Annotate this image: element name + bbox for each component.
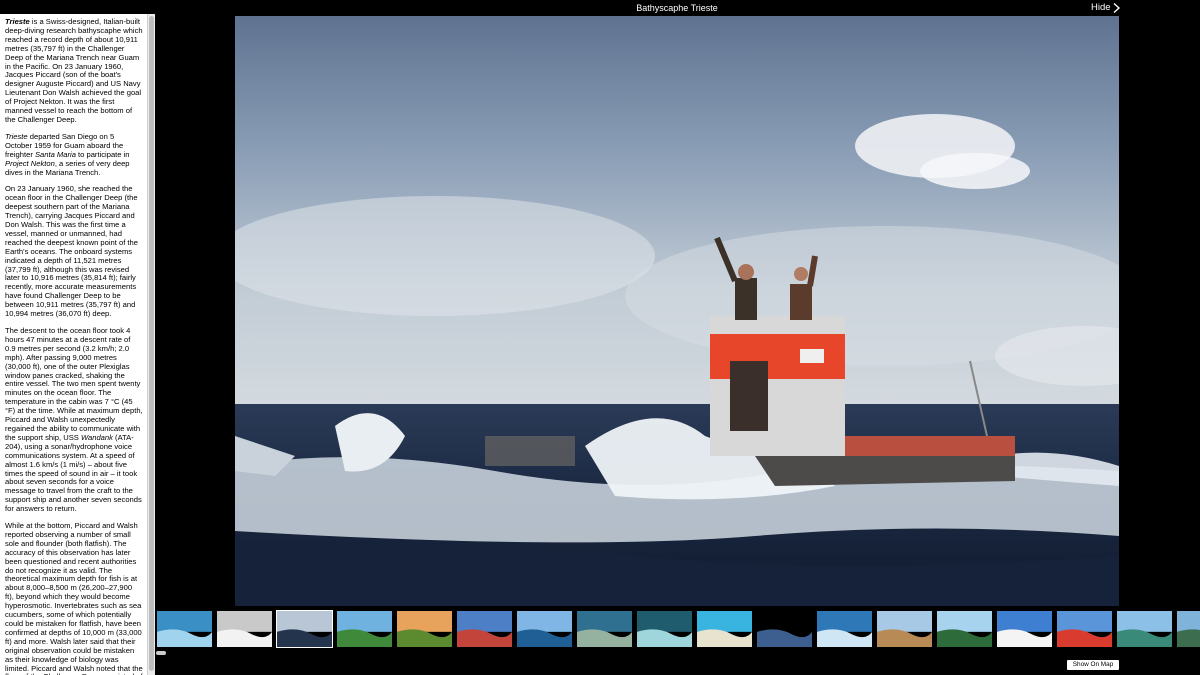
thumbnail-image: [337, 611, 392, 647]
thumbnail-image: [157, 611, 212, 647]
thumbnail-beach-cliff[interactable]: [336, 610, 393, 648]
thumbnail-image: [517, 611, 572, 647]
thumbnail-airplane-2[interactable]: [1056, 610, 1113, 648]
thumbnail-wave-curl[interactable]: [636, 610, 693, 648]
thumbnail-image: [697, 611, 752, 647]
article-p2-c: Santa Maria: [34, 149, 76, 159]
thumbnail-image: [877, 611, 932, 647]
thumbnail-image: [1177, 611, 1200, 647]
thumbnail-image: [937, 611, 992, 647]
sidebar-scrollbar[interactable]: [147, 14, 155, 675]
thumbnail-hills-sunset[interactable]: [396, 610, 453, 648]
thumbnail-underwater-blue[interactable]: [156, 610, 213, 648]
thumbnail-coast-aerial[interactable]: [576, 610, 633, 648]
thumbnail-rocky-bay[interactable]: [876, 610, 933, 648]
article-p4-a: The descent to the ocean floor took 4 ho…: [5, 326, 143, 442]
thumbnail-big-wave[interactable]: [816, 610, 873, 648]
article-paragraph-1: Trieste is a Swiss-designed, Italian-bui…: [5, 17, 143, 125]
thumbnail-trieste-sea[interactable]: [276, 610, 333, 648]
thumbnail-image: [457, 611, 512, 647]
article-p2-d: to participate in: [75, 149, 130, 159]
thumbnail-island-lagoon[interactable]: [1116, 610, 1173, 648]
hide-button[interactable]: Hide: [1091, 2, 1120, 13]
page-title: Bathyscaphe Trieste: [636, 3, 718, 13]
article-lead: Trieste: [5, 17, 30, 26]
hide-label: Hide: [1091, 2, 1111, 13]
show-on-map-button[interactable]: Show On Map: [1067, 660, 1119, 670]
thumbnail-image: [277, 611, 332, 647]
thumbnail-coast-sea[interactable]: [516, 610, 573, 648]
thumbnail-diagram-grey[interactable]: [216, 610, 273, 648]
thumbnail-scrollbar[interactable]: [156, 651, 166, 655]
thumbnail-image: [397, 611, 452, 647]
article-p4-b: Wandank: [80, 432, 113, 442]
article-p1-text: is a Swiss-designed, Italian-built deep-…: [5, 17, 143, 124]
chevron-right-icon: [1113, 2, 1120, 13]
thumbnail-earth-night[interactable]: [756, 610, 813, 648]
thumbnail-tropical-beach[interactable]: [696, 610, 753, 648]
article-sidebar: Trieste is a Swiss-designed, Italian-bui…: [0, 14, 155, 675]
article-paragraph-2: Trieste departed San Diego on 5 October …: [5, 131, 143, 178]
thumbnail-flowers-tree[interactable]: [456, 610, 513, 648]
article-paragraph-3: On 23 January 1960, she reached the ocea…: [5, 184, 138, 319]
thumbnail-image: [1117, 611, 1172, 647]
thumbnail-strip[interactable]: [155, 610, 1200, 650]
trieste-photo: [235, 16, 1119, 606]
article-p2-a: Trieste: [5, 131, 28, 141]
thumbnail-image: [817, 611, 872, 647]
article-p4-c: (ATA-204), using a sonar/hydrophone voic…: [5, 432, 142, 514]
thumbnail-image: [217, 611, 272, 647]
thumbnail-partial[interactable]: [1176, 610, 1200, 648]
article-paragraph-4: The descent to the ocean floor took 4 ho…: [5, 326, 143, 514]
article-paragraph-5: While at the bottom, Piccard and Walsh r…: [5, 521, 143, 675]
article-p2-e: Project Nekton: [5, 158, 55, 168]
thumbnail-image: [757, 611, 812, 647]
thumbnail-palm-beach[interactable]: [936, 610, 993, 648]
thumbnail-image: [1057, 611, 1112, 647]
thumbnail-image: [637, 611, 692, 647]
thumbnail-image: [577, 611, 632, 647]
main-photo: [235, 16, 1119, 606]
sidebar-scroll-thumb[interactable]: [149, 16, 154, 671]
thumbnail-airplane-1[interactable]: [996, 610, 1053, 648]
thumbnail-image: [997, 611, 1052, 647]
article-text: Trieste is a Swiss-designed, Italian-bui…: [0, 14, 147, 675]
